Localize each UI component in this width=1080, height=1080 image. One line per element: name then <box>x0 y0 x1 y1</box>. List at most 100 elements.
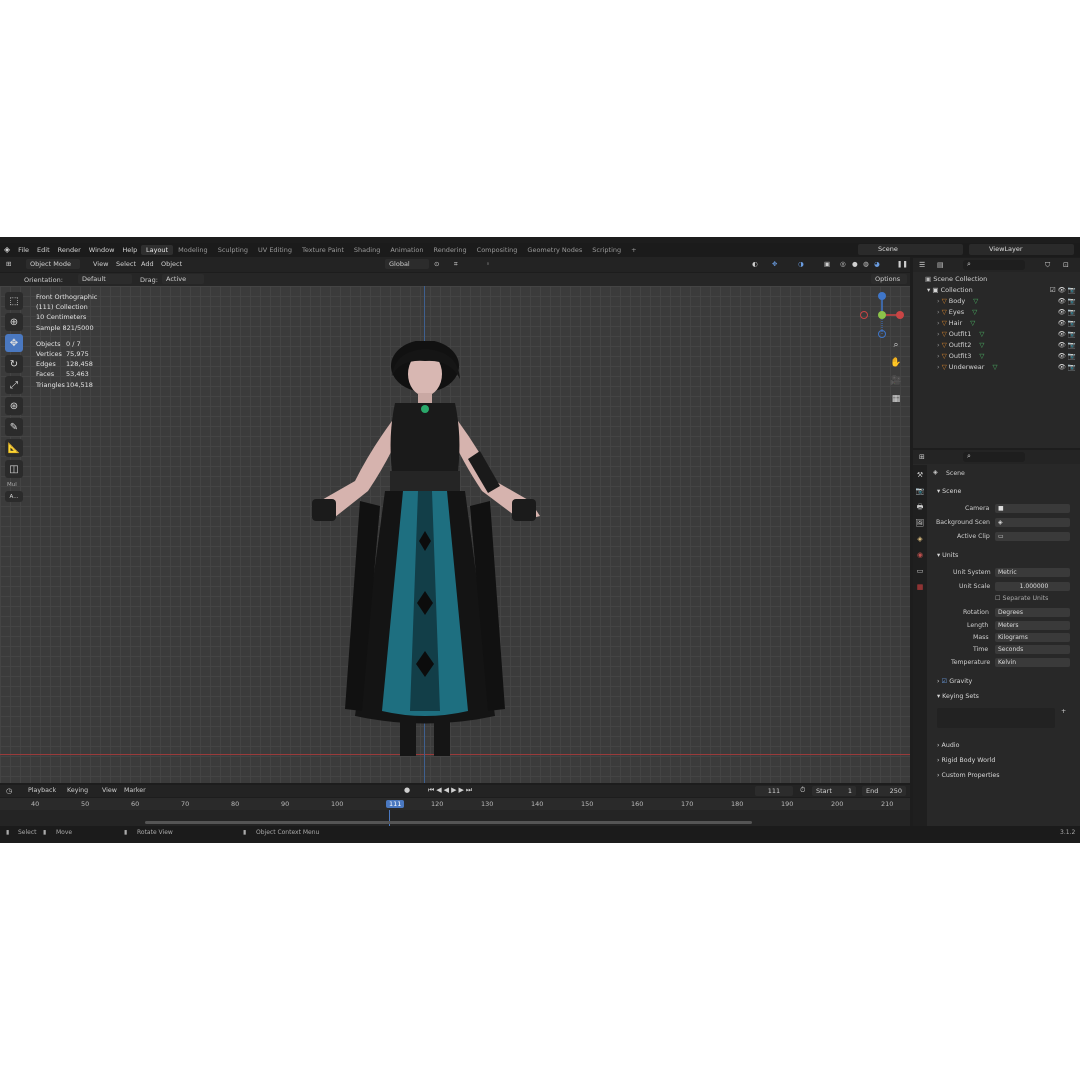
collapsed-panel-label[interactable]: Mul <box>7 482 25 488</box>
blender-logo-icon[interactable]: ◈ <box>4 245 10 254</box>
tab-compositing[interactable]: Compositing <box>472 245 523 255</box>
visibility-toggles[interactable]: 👁 📷 <box>1058 296 1076 307</box>
output-tab-icon[interactable]: 🖶 <box>915 503 925 513</box>
xray-icon[interactable]: ▣ <box>824 260 830 268</box>
outliner-collection[interactable]: ▾ ▣ Collection ☑ 👁 📷 <box>913 285 1080 296</box>
preview-range-icon[interactable]: ⏱ <box>800 786 805 795</box>
keying-sets-list[interactable] <box>937 708 1055 728</box>
mass-dropdown[interactable]: Kilograms <box>995 633 1070 642</box>
ortho-grid-icon[interactable]: ▦ <box>890 394 902 406</box>
visibility-toggles[interactable]: 👁 📷 <box>1058 329 1076 340</box>
collapsed-panel-button[interactable]: A... <box>5 491 23 502</box>
options-dropdown[interactable]: Options <box>871 274 907 284</box>
tab-uv-editing[interactable]: UV Editing <box>253 245 297 255</box>
zoom-icon[interactable]: ⌕ <box>890 340 902 352</box>
outliner-editor-icon[interactable]: ☰ <box>919 261 925 269</box>
gravity-section-header[interactable]: › ☑ Gravity <box>937 678 972 685</box>
rotate-tool-icon[interactable]: ↻ <box>5 355 23 373</box>
separate-units-checkbox[interactable]: ☐ Separate Units <box>995 595 1048 602</box>
editor-type-icon[interactable]: ⊞ <box>6 260 11 268</box>
current-frame-field[interactable]: 111 <box>755 786 793 796</box>
pan-hand-icon[interactable]: ✋ <box>890 358 902 370</box>
menu-playback[interactable]: Playback <box>28 787 56 794</box>
timeline-editor-icon[interactable]: ◷ <box>6 787 12 795</box>
drag-dropdown[interactable]: Active Tool <box>162 274 204 293</box>
units-section-header[interactable]: ▾ Units <box>937 552 958 559</box>
pause-icon[interactable]: ❚❚ <box>897 260 908 268</box>
transform-tool-icon[interactable]: ⊛ <box>5 397 23 415</box>
select-box-tool-icon[interactable]: ⬚ <box>5 292 23 310</box>
outliner-scene-collection[interactable]: ▣ Scene Collection <box>913 274 1080 285</box>
playback-controls-icon[interactable]: ⏮◀◀▶▶⏭ <box>428 786 474 795</box>
world-tab-icon[interactable]: ◉ <box>915 551 925 561</box>
tab-texture-paint[interactable]: Texture Paint <box>297 245 349 255</box>
current-frame-indicator[interactable]: 111 <box>386 800 405 808</box>
menu-timeline-view[interactable]: View <box>102 787 117 794</box>
tab-modeling[interactable]: Modeling <box>173 245 213 255</box>
tab-geometry-nodes[interactable]: Geometry Nodes <box>522 245 587 255</box>
visibility-icon[interactable]: ◐ <box>752 260 758 268</box>
measure-tool-icon[interactable]: 📐 <box>5 439 23 457</box>
tool-tab-icon[interactable]: ⚒ <box>915 471 925 481</box>
outliner-item-outfit1[interactable]: › ▽ Outfit1 ▽ 👁 📷 <box>913 329 1080 340</box>
menu-file[interactable]: File <box>18 246 29 254</box>
annotate-tool-icon[interactable]: ✎ <box>5 418 23 436</box>
transform-orientation-dropdown[interactable]: Global <box>385 259 429 269</box>
unit-system-dropdown[interactable]: Metric <box>995 568 1070 577</box>
character-model[interactable] <box>300 341 550 771</box>
overlays-toggle-icon[interactable]: ◑ <box>798 260 804 268</box>
visibility-toggles[interactable]: 👁 📷 <box>1058 351 1076 362</box>
audio-section-header[interactable]: › Audio <box>937 742 959 749</box>
end-frame-field[interactable]: End 250 <box>862 786 906 796</box>
menu-select[interactable]: Select <box>116 260 136 268</box>
collection-tab-icon[interactable]: ▭ <box>915 567 925 577</box>
scene-selector[interactable]: Scene <box>858 244 963 255</box>
view-layer-tab-icon[interactable]: 🖼 <box>915 519 925 529</box>
properties-search-input[interactable]: ⌕ <box>963 452 1025 462</box>
add-keying-set-icon[interactable]: + <box>1061 708 1066 715</box>
visibility-toggles[interactable]: 👁 📷 <box>1058 318 1076 329</box>
cursor-tool-icon[interactable]: ⊕ <box>5 313 23 331</box>
custom-properties-section-header[interactable]: › Custom Properties <box>937 772 999 779</box>
properties-editor-icon[interactable]: ⊞ <box>919 453 925 461</box>
timeline-scrollbar[interactable] <box>145 821 752 824</box>
outliner-item-body[interactable]: › ▽ Body ▽ 👁 📷 <box>913 296 1080 307</box>
snap-icon[interactable]: ⌗ <box>454 260 458 269</box>
outliner-search-input[interactable]: ⌕ <box>963 260 1025 270</box>
render-tab-icon[interactable]: 📷 <box>915 487 925 497</box>
move-tool-icon[interactable]: ✥ <box>5 334 23 352</box>
outliner-item-underwear[interactable]: › ▽ Underwear ▽ 👁 📷 <box>913 362 1080 373</box>
temperature-dropdown[interactable]: Kelvin <box>995 658 1070 667</box>
camera-view-icon[interactable]: 🎥 <box>890 376 902 388</box>
menu-keying[interactable]: Keying <box>67 787 88 794</box>
menu-object[interactable]: Object <box>161 260 182 268</box>
display-mode-icon[interactable]: ▤ <box>937 261 944 269</box>
proportional-edit-icon[interactable]: ◦ <box>486 260 490 268</box>
navigation-gizmo[interactable] <box>860 292 906 338</box>
shading-solid-icon[interactable]: ● <box>852 260 858 268</box>
time-dropdown[interactable]: Seconds <box>995 645 1070 654</box>
rotation-dropdown[interactable]: Degrees <box>995 608 1070 617</box>
pivot-icon[interactable]: ⊙ <box>434 260 439 268</box>
outliner-item-hair[interactable]: › ▽ Hair ▽ 👁 📷 <box>913 318 1080 329</box>
menu-view[interactable]: View <box>93 260 108 268</box>
menu-help[interactable]: Help <box>122 246 137 254</box>
rigid-body-section-header[interactable]: › Rigid Body World <box>937 757 995 764</box>
tab-rendering[interactable]: Rendering <box>428 245 471 255</box>
menu-window[interactable]: Window <box>89 246 115 254</box>
visibility-toggles[interactable]: 👁 📷 <box>1058 362 1076 373</box>
scene-section-header[interactable]: ▾ Scene <box>937 488 961 495</box>
tab-shading[interactable]: Shading <box>349 245 385 255</box>
gizmo-toggle-icon[interactable]: ✥ <box>772 260 777 268</box>
filter-icon[interactable]: ⛉ <box>1045 261 1050 270</box>
menu-edit[interactable]: Edit <box>37 246 50 254</box>
menu-add[interactable]: Add <box>141 260 154 268</box>
menu-marker[interactable]: Marker <box>124 787 146 794</box>
add-cube-tool-icon[interactable]: ◫ <box>5 460 23 478</box>
shading-material-icon[interactable]: ◍ <box>863 260 869 268</box>
tab-animation[interactable]: Animation <box>385 245 428 255</box>
orientation-dropdown[interactable]: Default <box>78 274 132 284</box>
visibility-toggles[interactable]: 👁 📷 <box>1058 340 1076 351</box>
timeline-ruler[interactable]: 40 50 60 70 80 90 100 111 120 130 140 150 160 170 180 1… <box>0 798 910 810</box>
camera-field[interactable]: ■ <box>995 504 1070 513</box>
